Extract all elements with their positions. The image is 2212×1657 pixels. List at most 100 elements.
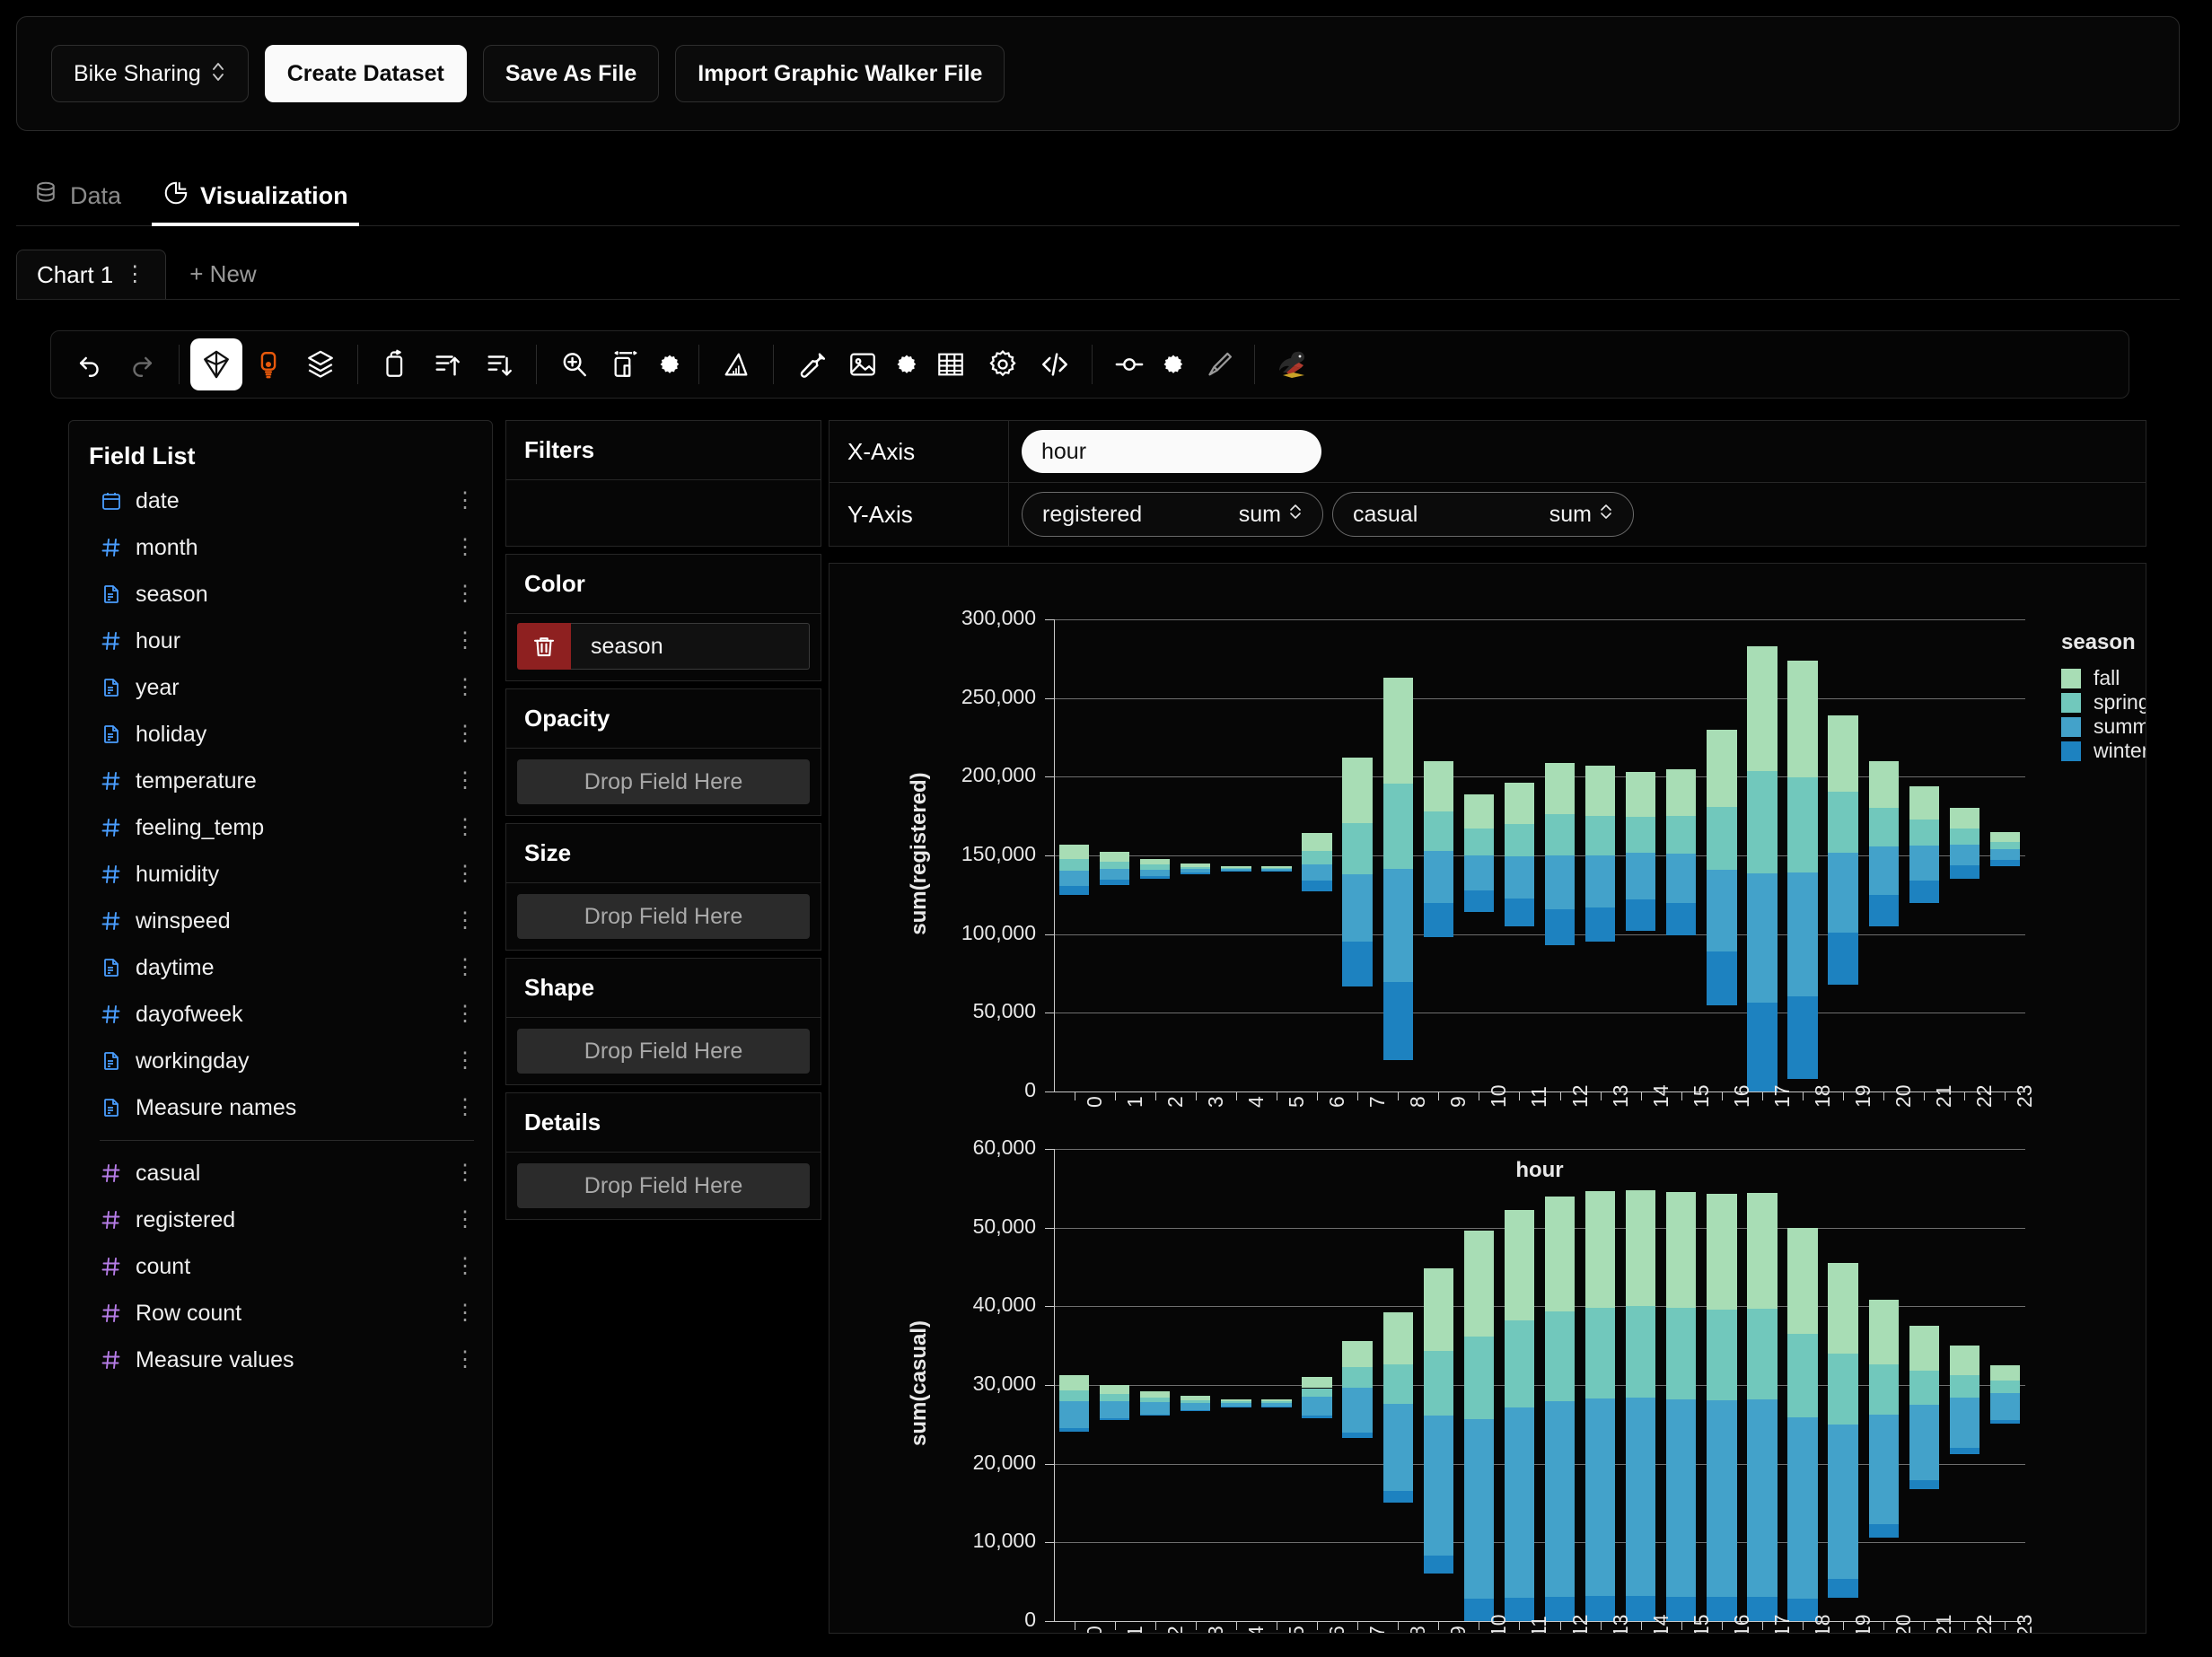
field-item-label: month xyxy=(136,534,198,560)
field-item-count[interactable]: count ⋮ xyxy=(69,1243,492,1290)
field-item-winspeed[interactable]: winspeed ⋮ xyxy=(69,898,492,944)
import-graphic-walker-file-button[interactable]: Import Graphic Walker File xyxy=(675,45,1005,102)
field-item-measure-values[interactable]: Measure values ⋮ xyxy=(69,1337,492,1383)
save-as-file-button[interactable]: Save As File xyxy=(482,45,660,102)
export-image-button[interactable] xyxy=(837,338,889,390)
kanaries-bird-logo-icon[interactable] xyxy=(1266,338,1318,390)
field-item-menu-icon[interactable]: ⋮ xyxy=(454,723,476,745)
field-item-menu-icon[interactable]: ⋮ xyxy=(454,910,476,932)
field-item-year[interactable]: year ⋮ xyxy=(69,664,492,711)
field-item-row-count[interactable]: Row count ⋮ xyxy=(69,1290,492,1337)
code-view-button[interactable] xyxy=(1029,338,1081,390)
field-item-menu-icon[interactable]: ⋮ xyxy=(454,677,476,698)
field-item-season[interactable]: season ⋮ xyxy=(69,571,492,618)
binning-button[interactable] xyxy=(1103,338,1155,390)
color-field-pill[interactable]: season xyxy=(517,623,810,670)
field-item-holiday[interactable]: holiday ⋮ xyxy=(69,711,492,758)
field-item-menu-icon[interactable]: ⋮ xyxy=(454,537,476,558)
field-item-menu-icon[interactable]: ⋮ xyxy=(454,1050,476,1072)
resize-mode-button[interactable] xyxy=(600,338,652,390)
x-axis-dropzone[interactable]: hour xyxy=(1009,421,2146,482)
field-item-temperature[interactable]: temperature ⋮ xyxy=(69,758,492,804)
y-field-pill-registered[interactable]: registered sum xyxy=(1022,492,1323,537)
y-field-aggregate-selector[interactable]: sum xyxy=(1239,500,1303,530)
y-axis-dropzone[interactable]: registered sum casual sum xyxy=(1009,483,2146,546)
field-item-daytime[interactable]: daytime ⋮ xyxy=(69,944,492,991)
legend-item[interactable]: summer xyxy=(2061,715,2146,739)
config-wrench-button[interactable] xyxy=(785,338,837,390)
field-item-menu-icon[interactable]: ⋮ xyxy=(454,817,476,838)
field-item-hour[interactable]: hour ⋮ xyxy=(69,618,492,664)
field-item-menu-icon[interactable]: ⋮ xyxy=(454,1097,476,1118)
tab-data[interactable]: Data xyxy=(16,180,137,225)
bar-segment xyxy=(1949,1398,1980,1449)
filters-dropzone[interactable] xyxy=(506,479,821,546)
y-field-aggregate-selector[interactable]: sum xyxy=(1549,500,1613,530)
bar-segment xyxy=(1382,1312,1413,1364)
new-chart-button[interactable]: + New xyxy=(166,250,279,299)
field-item-menu-icon[interactable]: ⋮ xyxy=(454,1209,476,1231)
chart-casual: 0 10,000 20,000 30,000 40,000 50,000 60,000 sum… xyxy=(830,1108,2146,1633)
field-item-workingday[interactable]: workingday ⋮ xyxy=(69,1038,492,1084)
field-item-measure-names[interactable]: Measure names ⋮ xyxy=(69,1084,492,1131)
chart-settings-button[interactable] xyxy=(977,338,1029,390)
create-dataset-button[interactable]: Create Dataset xyxy=(264,45,467,102)
field-item-menu-icon[interactable]: ⋮ xyxy=(454,1256,476,1277)
details-dropzone[interactable]: Drop Field Here xyxy=(506,1152,821,1208)
chart-tab-menu-icon[interactable]: ⋮ xyxy=(124,264,145,285)
redo-button[interactable] xyxy=(116,338,168,390)
field-item-menu-icon[interactable]: ⋮ xyxy=(454,1004,476,1025)
main-tabs: Data Visualization xyxy=(16,162,2180,226)
dataset-selector[interactable]: Bike Sharing xyxy=(51,45,249,102)
field-item-date[interactable]: date ⋮ xyxy=(69,478,492,524)
field-item-menu-icon[interactable]: ⋮ xyxy=(454,1349,476,1371)
size-dropzone[interactable]: Drop Field Here xyxy=(506,882,821,939)
export-settings-gear-icon[interactable] xyxy=(889,338,925,390)
field-item-menu-icon[interactable]: ⋮ xyxy=(454,583,476,605)
field-item-menu-icon[interactable]: ⋮ xyxy=(454,957,476,978)
shape-drop-placeholder[interactable]: Drop Field Here xyxy=(517,1029,810,1074)
paint-theme-button[interactable] xyxy=(1191,338,1243,390)
field-item-dayofweek[interactable]: dayofweek ⋮ xyxy=(69,991,492,1038)
remove-color-field-button[interactable] xyxy=(517,623,571,670)
field-item-menu-icon[interactable]: ⋮ xyxy=(454,630,476,652)
field-item-feeling-temp[interactable]: feeling_temp ⋮ xyxy=(69,804,492,851)
shape-dropzone[interactable]: Drop Field Here xyxy=(506,1017,821,1074)
legend-item[interactable]: fall xyxy=(2061,666,2146,690)
sort-ascending-button[interactable] xyxy=(421,338,473,390)
y-field-pill-casual[interactable]: casual sum xyxy=(1332,492,1634,537)
binning-settings-gear-icon[interactable] xyxy=(1155,338,1191,390)
zoom-button[interactable] xyxy=(548,338,600,390)
color-dropzone[interactable]: season xyxy=(506,613,821,670)
x-tick-mark xyxy=(1761,1621,1763,1630)
field-item-menu-icon[interactable]: ⋮ xyxy=(454,1162,476,1184)
undo-button[interactable] xyxy=(64,338,116,390)
opacity-drop-placeholder[interactable]: Drop Field Here xyxy=(517,759,810,804)
details-drop-placeholder[interactable]: Drop Field Here xyxy=(517,1163,810,1208)
field-item-casual[interactable]: casual ⋮ xyxy=(69,1150,492,1197)
size-drop-placeholder[interactable]: Drop Field Here xyxy=(517,894,810,939)
field-item-humidity[interactable]: humidity ⋮ xyxy=(69,851,492,898)
legend-item[interactable]: spring xyxy=(2061,690,2146,715)
x-field-pill-hour[interactable]: hour xyxy=(1022,430,1321,473)
field-item-registered[interactable]: registered ⋮ xyxy=(69,1197,492,1243)
sort-descending-button[interactable] xyxy=(473,338,525,390)
x-tick-mark xyxy=(1559,1092,1561,1100)
field-item-menu-icon[interactable]: ⋮ xyxy=(454,490,476,512)
field-item-month[interactable]: month ⋮ xyxy=(69,524,492,571)
transpose-button[interactable] xyxy=(369,338,421,390)
tab-visualization[interactable]: Visualization xyxy=(146,180,364,226)
bar-segment xyxy=(1342,873,1373,942)
data-table-button[interactable] xyxy=(925,338,977,390)
stack-mode-button[interactable] xyxy=(294,338,347,390)
mark-type-button[interactable] xyxy=(190,338,242,390)
resize-settings-gear-icon[interactable] xyxy=(652,338,688,390)
tooltip-button[interactable] xyxy=(242,338,294,390)
field-item-menu-icon[interactable]: ⋮ xyxy=(454,770,476,792)
axis-scale-button[interactable] xyxy=(710,338,762,390)
field-item-menu-icon[interactable]: ⋮ xyxy=(454,864,476,885)
legend-item[interactable]: winter xyxy=(2061,739,2146,763)
opacity-dropzone[interactable]: Drop Field Here xyxy=(506,748,821,804)
field-item-menu-icon[interactable]: ⋮ xyxy=(454,1302,476,1324)
chart-tab-1[interactable]: Chart 1 ⋮ xyxy=(16,250,167,299)
